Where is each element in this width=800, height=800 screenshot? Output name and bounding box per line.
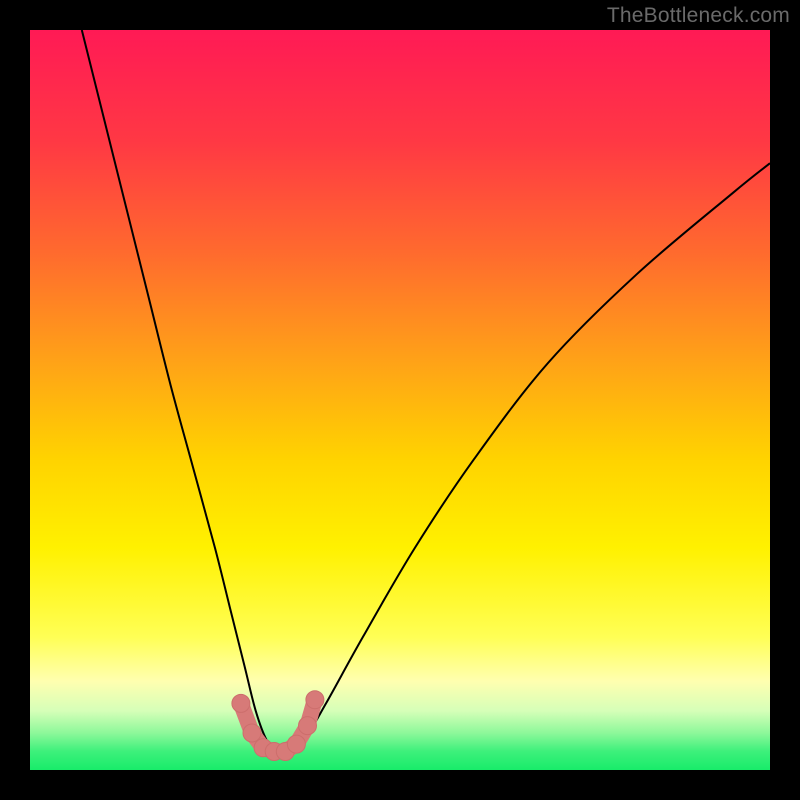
marker-dot — [232, 694, 250, 712]
watermark-text: TheBottleneck.com — [607, 4, 790, 28]
plot-area — [30, 30, 770, 770]
chart-frame: TheBottleneck.com — [0, 0, 800, 800]
gradient-rect — [30, 30, 770, 770]
marker-dot — [306, 691, 324, 709]
marker-dot — [243, 724, 261, 742]
chart-svg — [30, 30, 770, 770]
marker-dot — [287, 735, 305, 753]
marker-dot — [299, 717, 317, 735]
